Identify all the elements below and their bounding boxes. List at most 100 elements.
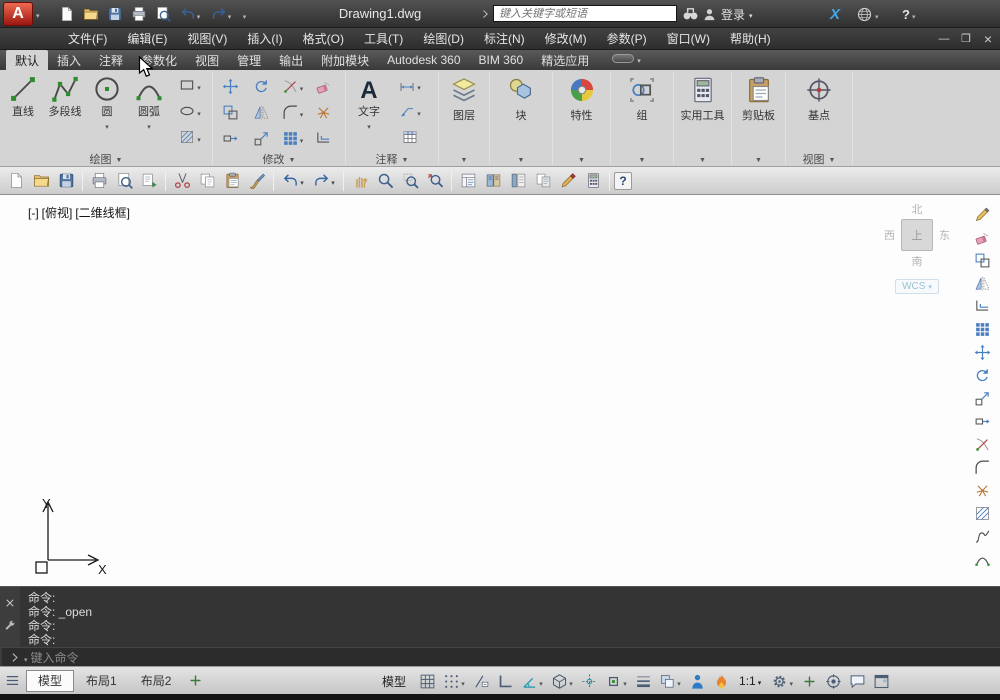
modify-panel-label[interactable]: 修改 [213, 151, 345, 166]
annotate-panel-label[interactable]: 注释 [346, 151, 438, 166]
app-menu-button[interactable]: A [3, 1, 49, 27]
ribbon-tab[interactable]: BIM 360 [470, 50, 533, 70]
ribbon-tab[interactable]: 插入 [48, 50, 90, 70]
right-toolbar-scale-button[interactable] [969, 387, 995, 409]
leader-tool-button[interactable] [392, 98, 428, 124]
toolbar-redo-button[interactable] [309, 169, 339, 193]
utilities-panel-button[interactable]: 实用工具 [676, 72, 729, 151]
draw-panel-label[interactable]: 绘图 [0, 151, 212, 166]
menu-item[interactable]: 视图(V) [177, 28, 237, 49]
viewcube-east-label[interactable]: 东 [939, 227, 950, 243]
snap-toggle[interactable] [439, 669, 469, 693]
menu-item[interactable]: 参数(P) [597, 28, 657, 49]
array-tool-button[interactable] [277, 125, 308, 151]
exchange-apps-button[interactable]: X [830, 4, 840, 24]
layout-tab[interactable]: 模型 [26, 669, 75, 692]
qat-redo-button[interactable] [207, 4, 235, 24]
ribbon-tab[interactable]: Autodesk 360 [378, 50, 469, 70]
right-toolbar-move-button[interactable] [969, 341, 995, 363]
ribbon-tab[interactable]: 管理 [228, 50, 270, 70]
right-toolbar-pencil-button[interactable] [969, 203, 995, 225]
layers-panel-button[interactable]: 图层 [441, 72, 487, 151]
right-toolbar-array-button[interactable] [969, 318, 995, 340]
toolbar-save-button[interactable] [54, 169, 78, 193]
basepoint-tool-button[interactable]: 基点 [788, 72, 850, 151]
group-panel-label[interactable] [611, 151, 673, 166]
right-toolbar-fillet-button[interactable] [969, 456, 995, 478]
toolbar-new-button[interactable] [4, 169, 28, 193]
ellipse-tool-button[interactable] [172, 98, 208, 124]
workspace-switch-button[interactable] [767, 669, 797, 693]
right-toolbar-stretch-button[interactable] [969, 410, 995, 432]
circle-tool-button[interactable]: 圆 [86, 72, 128, 151]
hatch-tool-button[interactable] [172, 124, 208, 150]
right-toolbar-hatch-button[interactable] [969, 502, 995, 524]
clean-screen-button[interactable] [869, 669, 893, 693]
toolbar-plot-button[interactable] [87, 169, 111, 193]
toolbar-help-button[interactable]: ? [614, 171, 632, 190]
qat-undo-button[interactable] [176, 4, 204, 24]
viewport-menu-button[interactable]: [-] [28, 204, 39, 221]
right-toolbar-copy-button[interactable] [969, 249, 995, 271]
properties-panel-button[interactable]: 特性 [555, 72, 608, 151]
object-snap-tracking-toggle[interactable] [577, 669, 601, 693]
toolbar-zoom-realtime-button[interactable] [373, 169, 397, 193]
right-toolbar-spline-button[interactable] [969, 525, 995, 547]
explode-tool-button[interactable] [308, 99, 339, 125]
graphics-performance-button[interactable] [709, 669, 733, 693]
text-tool-button[interactable]: A 文字 [348, 72, 390, 151]
clipboard-panel-label[interactable] [732, 151, 785, 166]
minimize-button[interactable] [936, 31, 952, 47]
viewcube[interactable]: 北 西 上 东 南 WCS [868, 201, 966, 294]
clipboard-panel-button[interactable]: 剪贴板 [734, 72, 783, 151]
help-search-input[interactable] [493, 5, 677, 22]
view-panel-label[interactable]: 视图 [786, 151, 852, 166]
toolbar-sheetset-button[interactable] [531, 169, 555, 193]
menu-item[interactable]: 窗口(W) [657, 28, 720, 49]
viewcube-top-face[interactable]: 上 [901, 219, 933, 251]
isodraft-toggle[interactable] [547, 669, 577, 693]
model-space-button[interactable]: 模型 [373, 670, 415, 692]
menu-item[interactable]: 修改(M) [535, 28, 597, 49]
toolbar-publish-button[interactable] [137, 169, 161, 193]
communication-center-button[interactable] [856, 4, 879, 24]
ortho-toggle[interactable] [493, 669, 517, 693]
view-control-button[interactable]: [俯视] [42, 204, 73, 221]
feedback-button[interactable] [845, 669, 869, 693]
scale-tool-button[interactable] [246, 125, 277, 151]
block-panel-label[interactable] [490, 151, 552, 166]
selection-cycling-toggle[interactable] [655, 669, 685, 693]
polar-tracking-toggle[interactable] [517, 669, 547, 693]
toolbar-zoom-previous-button[interactable] [423, 169, 447, 193]
object-snap-toggle[interactable] [601, 669, 631, 693]
rectangle-tool-button[interactable] [172, 72, 208, 98]
menu-item[interactable]: 绘图(D) [413, 28, 474, 49]
viewcube-north-label[interactable]: 北 [868, 201, 966, 217]
dynamic-input-toggle[interactable] [469, 669, 493, 693]
undo-caret-icon[interactable] [197, 7, 201, 22]
toolbar-zoom-window-button[interactable] [398, 169, 422, 193]
ribbon-tab[interactable]: 视图 [186, 50, 228, 70]
qat-customize-button[interactable] [238, 4, 250, 24]
new-layout-button[interactable] [183, 669, 207, 693]
annotation-scale-button[interactable]: 1:1 [733, 674, 767, 688]
toolbar-preview-button[interactable] [112, 169, 136, 193]
menu-item[interactable]: 工具(T) [354, 28, 413, 49]
mirror-tool-button[interactable] [246, 99, 277, 125]
toolbar-matchprops-button[interactable] [245, 169, 269, 193]
toolbar-quickcalc-button[interactable] [581, 169, 605, 193]
ribbon-tab[interactable]: 注释 [90, 50, 132, 70]
search-expand-button[interactable] [479, 8, 491, 20]
right-toolbar-mirror-button[interactable] [969, 272, 995, 294]
layout-tab-menu-button[interactable] [0, 669, 24, 693]
toolbar-pan-button[interactable] [348, 169, 372, 193]
toolbar-paste-button[interactable] [220, 169, 244, 193]
help-button[interactable]: ? [902, 4, 915, 24]
right-toolbar-erase-button[interactable] [969, 226, 995, 248]
annotation-visibility-toggle[interactable] [685, 669, 709, 693]
toolbar-properties-button[interactable] [456, 169, 480, 193]
menu-item[interactable]: 标注(N) [474, 28, 535, 49]
wcs-menu-button[interactable]: WCS [895, 279, 939, 294]
command-customize-button[interactable] [4, 620, 16, 635]
qat-new-button[interactable] [56, 4, 77, 24]
